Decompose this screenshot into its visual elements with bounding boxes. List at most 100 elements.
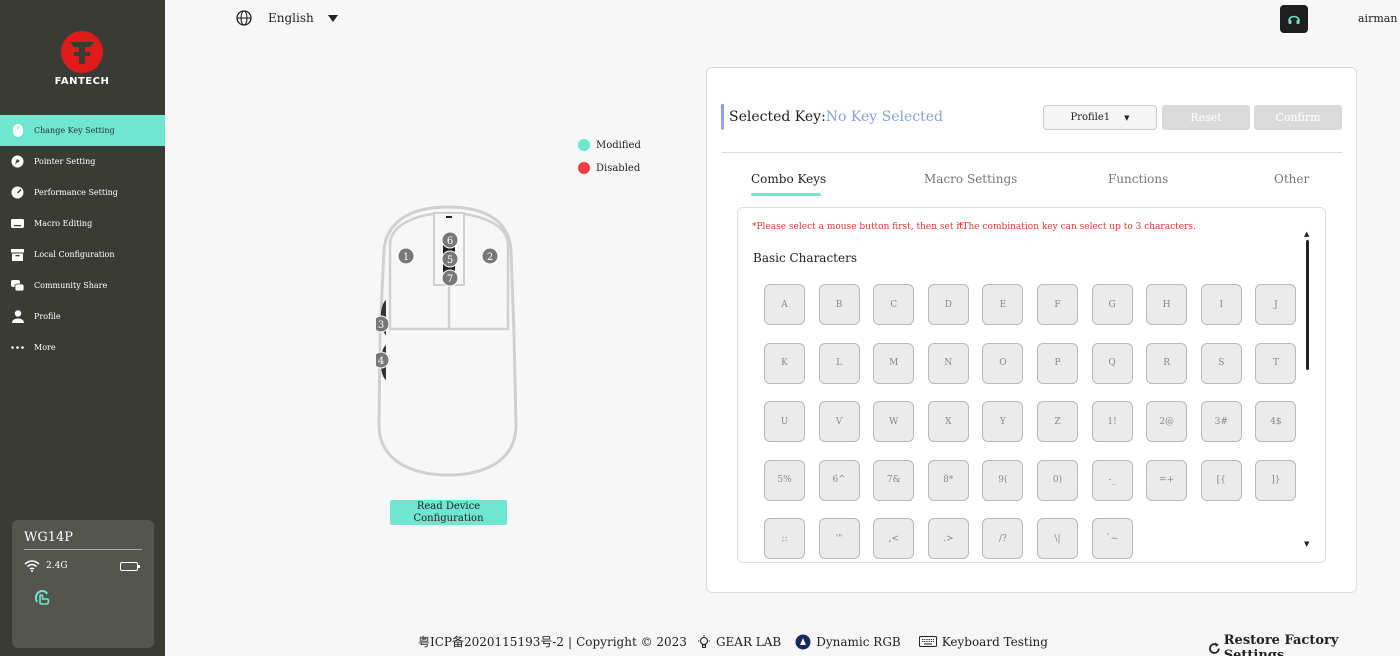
key-button[interactable]: S xyxy=(1200,342,1242,384)
app-button[interactable] xyxy=(1280,5,1308,33)
sidebar-item-label: Profile xyxy=(34,312,61,321)
tab-combo-keys[interactable]: Combo Keys xyxy=(751,172,826,186)
key-button[interactable]: T xyxy=(1255,342,1297,384)
scroll-up-icon[interactable]: ▲ xyxy=(1304,230,1309,238)
mouse-button-6[interactable]: 6 xyxy=(441,231,459,249)
sidebar-item-more[interactable]: More xyxy=(0,332,165,363)
sidebar-item-change-key-setting[interactable]: Change Key Setting xyxy=(0,115,165,146)
key-button[interactable]: A xyxy=(764,284,805,325)
key-button[interactable]: /? xyxy=(982,518,1024,559)
key-button[interactable]: '" xyxy=(818,518,860,559)
key-button[interactable]: B xyxy=(818,284,860,325)
key-button[interactable]: F xyxy=(1037,284,1078,325)
sidebar-item-label: Community Share xyxy=(34,281,108,290)
key-button[interactable]: Q xyxy=(1091,342,1133,384)
keyboard-testing-label: Keyboard Testing xyxy=(941,634,1048,649)
key-button[interactable]: C xyxy=(873,284,915,325)
selected-key-title: Selected Key:No Key Selected xyxy=(729,109,943,125)
key-button[interactable]: K xyxy=(764,342,805,384)
key-button[interactable]: Y xyxy=(982,401,1024,442)
mouse-button-label: 5 xyxy=(447,255,453,266)
key-button[interactable]: G xyxy=(1091,284,1133,325)
battery-icon xyxy=(120,561,140,571)
device-settings-button[interactable] xyxy=(32,586,142,610)
icp-number: 粤ICP备2020115193号-2 xyxy=(418,635,565,649)
caret-down-icon: ▼ xyxy=(1124,113,1130,122)
key-button[interactable]: .> xyxy=(927,518,969,559)
mouse-button-2[interactable]: 2 xyxy=(481,247,499,265)
key-button[interactable]: D xyxy=(927,284,969,325)
mouse-button-1[interactable]: 1 xyxy=(397,247,415,265)
key-button[interactable]: O xyxy=(982,342,1024,384)
divider xyxy=(721,152,1343,153)
language-label: English xyxy=(268,11,314,25)
sidebar-item-local-configuration[interactable]: Local Configuration xyxy=(0,239,165,270)
brand-logo: FANTECH xyxy=(50,30,114,87)
key-button[interactable]: V xyxy=(818,401,860,442)
key-button[interactable]: ]} xyxy=(1255,459,1297,501)
key-button[interactable]: \| xyxy=(1037,518,1078,559)
key-button[interactable]: E xyxy=(982,284,1024,325)
tab-other[interactable]: Other xyxy=(1274,172,1309,186)
key-button[interactable]: R xyxy=(1146,342,1188,384)
brand-name: FANTECH xyxy=(54,76,110,87)
key-button[interactable]: 0) xyxy=(1037,459,1078,501)
mouse-button-7[interactable]: 7 xyxy=(441,269,459,287)
lightbulb-icon xyxy=(697,634,710,648)
sidebar-item-community-share[interactable]: Community Share xyxy=(0,270,165,301)
language-selector[interactable]: English xyxy=(236,10,338,26)
confirm-button[interactable]: Confirm xyxy=(1254,105,1342,130)
key-button[interactable]: 4$ xyxy=(1255,401,1297,442)
legend-modified: Modified xyxy=(596,139,641,151)
reset-button[interactable]: Reset xyxy=(1162,105,1250,130)
key-button[interactable]: P xyxy=(1037,342,1078,384)
key-button[interactable]: 9( xyxy=(982,459,1024,501)
sidebar-nav: Change Key Setting Pointer Setting Perfo… xyxy=(0,115,165,363)
key-button[interactable]: `~ xyxy=(1091,518,1133,559)
legend-disabled: Disabled xyxy=(596,162,641,174)
key-button[interactable]: Z xyxy=(1037,401,1078,442)
mouse-diagram: 1 2 3 4 5 6 7 xyxy=(376,205,521,480)
key-button[interactable]: L xyxy=(818,342,860,384)
user-name[interactable]: airman xyxy=(1358,12,1397,25)
key-button[interactable]: N xyxy=(927,342,969,384)
scrollbar[interactable] xyxy=(1306,240,1309,370)
mouse-button-5[interactable]: 5 xyxy=(441,250,459,268)
key-button[interactable]: U xyxy=(764,401,805,442)
keyboard-testing-link[interactable]: Keyboard Testing xyxy=(918,634,1048,649)
key-button[interactable]: M xyxy=(873,342,915,384)
sidebar-item-performance-setting[interactable]: Performance Setting xyxy=(0,177,165,208)
key-button[interactable]: =+ xyxy=(1146,459,1188,501)
key-button[interactable]: -_ xyxy=(1091,459,1133,501)
mouse-button-4[interactable]: 4 xyxy=(376,351,390,369)
scroll-down-icon[interactable]: ▼ xyxy=(1304,540,1309,548)
key-button[interactable]: 8* xyxy=(927,459,969,501)
key-button[interactable]: J xyxy=(1255,284,1297,325)
dynamic-rgb-link[interactable]: Dynamic RGB xyxy=(795,634,901,650)
key-button[interactable]: ;: xyxy=(764,518,805,559)
tab-macro-settings[interactable]: Macro Settings xyxy=(924,172,1017,186)
key-button[interactable]: 6^ xyxy=(818,459,860,501)
tab-functions[interactable]: Functions xyxy=(1108,172,1168,186)
key-button[interactable]: 3# xyxy=(1200,401,1242,442)
key-button[interactable]: W xyxy=(873,401,915,442)
key-button[interactable]: 2@ xyxy=(1146,401,1188,442)
key-button[interactable]: 5% xyxy=(764,459,805,501)
key-button[interactable]: 7& xyxy=(873,459,915,501)
key-button[interactable]: [{ xyxy=(1200,459,1242,501)
profile-select[interactable]: Profile1 ▼ xyxy=(1043,105,1157,130)
sidebar-item-pointer-setting[interactable]: Pointer Setting xyxy=(0,146,165,177)
read-device-config-button[interactable]: Read Device Configuration xyxy=(390,500,507,525)
fantech-logo-icon xyxy=(61,31,103,73)
gear-lab-link[interactable]: GEAR LAB xyxy=(697,634,781,649)
sidebar-item-macro-editing[interactable]: Macro Editing xyxy=(0,208,165,239)
key-button[interactable]: H xyxy=(1146,284,1188,325)
key-button[interactable]: 1! xyxy=(1091,401,1133,442)
restore-factory-settings-button[interactable]: Restore Factory Settings xyxy=(1208,633,1400,656)
key-button[interactable]: ,< xyxy=(873,518,915,559)
sidebar-item-profile[interactable]: Profile xyxy=(0,301,165,332)
key-button[interactable]: I xyxy=(1200,284,1242,325)
restore-label: Restore Factory Settings xyxy=(1223,633,1339,656)
mouse-button-3[interactable]: 3 xyxy=(376,315,390,333)
key-button[interactable]: X xyxy=(927,401,969,442)
